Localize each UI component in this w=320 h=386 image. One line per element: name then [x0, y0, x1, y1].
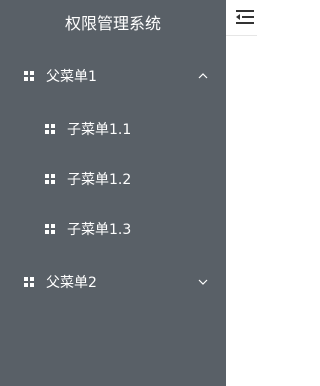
- sidebar: 权限管理系统 父菜单1 子菜单1.1 子菜单1.2 子菜单1.3 父菜单2: [0, 0, 226, 386]
- menu-child-1-2[interactable]: 子菜单1.2: [0, 154, 226, 204]
- menu-child-1-3-label: 子菜单1.3: [67, 222, 132, 238]
- menu-child-1-1[interactable]: 子菜单1.1: [0, 104, 226, 154]
- grid-icon: [45, 124, 55, 134]
- menu-child-1-2-label: 子菜单1.2: [67, 172, 132, 188]
- grid-icon: [45, 174, 55, 184]
- menu-parent-1[interactable]: 父菜单1: [0, 51, 226, 101]
- menu-child-1-3[interactable]: 子菜单1.3: [0, 204, 226, 254]
- menu-fold-icon[interactable]: [236, 8, 256, 26]
- menu-parent-2[interactable]: 父菜单2: [0, 257, 226, 307]
- app-title: 权限管理系统: [64, 14, 161, 33]
- chevron-up-icon: [198, 71, 208, 81]
- grid-icon: [45, 224, 55, 234]
- grid-icon: [24, 71, 34, 81]
- grid-icon: [24, 277, 34, 287]
- app-root: 权限管理系统 父菜单1 子菜单1.1 子菜单1.2 子菜单1.3 父菜单2: [0, 0, 257, 386]
- chevron-down-icon: [198, 277, 208, 287]
- top-bar: [226, 0, 257, 36]
- menu-parent-2-label: 父菜单2: [46, 275, 97, 291]
- main-content: [226, 0, 257, 386]
- menu-parent-1-label: 父菜单1: [46, 69, 97, 85]
- menu-child-1-1-label: 子菜单1.1: [67, 122, 132, 138]
